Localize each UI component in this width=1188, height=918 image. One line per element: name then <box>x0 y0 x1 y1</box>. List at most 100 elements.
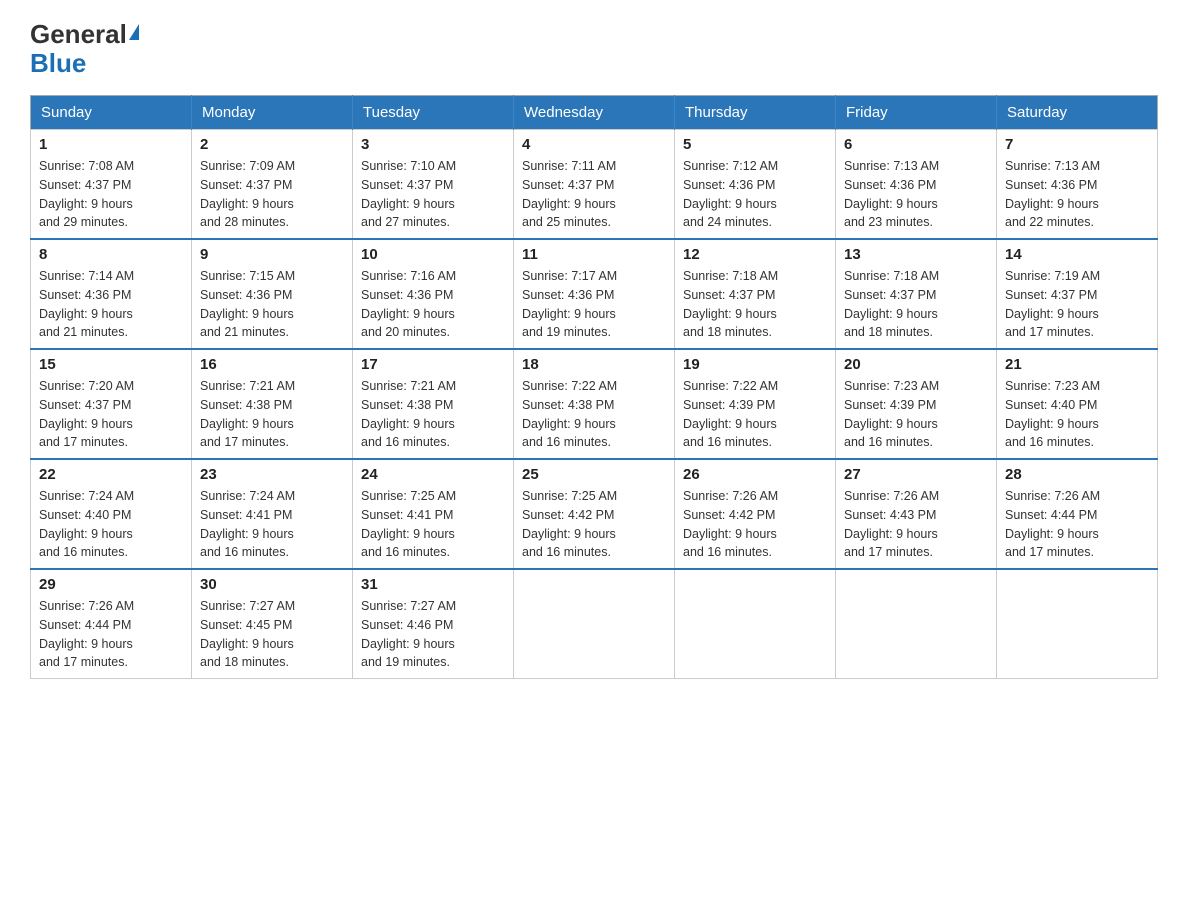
day-number: 22 <box>39 466 183 483</box>
day-number: 15 <box>39 356 183 373</box>
calendar-day-cell: 1 Sunrise: 7:08 AMSunset: 4:37 PMDayligh… <box>31 130 192 240</box>
day-number: 18 <box>522 356 666 373</box>
calendar-day-cell: 7 Sunrise: 7:13 AMSunset: 4:36 PMDayligh… <box>997 130 1158 240</box>
day-info: Sunrise: 7:12 AMSunset: 4:36 PMDaylight:… <box>683 157 827 232</box>
calendar-day-cell: 25 Sunrise: 7:25 AMSunset: 4:42 PMDaylig… <box>514 459 675 569</box>
logo: General Blue <box>30 20 139 77</box>
day-info: Sunrise: 7:23 AMSunset: 4:40 PMDaylight:… <box>1005 377 1149 452</box>
calendar-week-row: 15 Sunrise: 7:20 AMSunset: 4:37 PMDaylig… <box>31 349 1158 459</box>
day-info: Sunrise: 7:26 AMSunset: 4:44 PMDaylight:… <box>1005 487 1149 562</box>
day-number: 13 <box>844 246 988 263</box>
day-number: 1 <box>39 136 183 153</box>
day-number: 26 <box>683 466 827 483</box>
calendar-day-cell: 6 Sunrise: 7:13 AMSunset: 4:36 PMDayligh… <box>836 130 997 240</box>
day-number: 5 <box>683 136 827 153</box>
day-info: Sunrise: 7:22 AMSunset: 4:39 PMDaylight:… <box>683 377 827 452</box>
day-number: 21 <box>1005 356 1149 373</box>
calendar-day-cell: 20 Sunrise: 7:23 AMSunset: 4:39 PMDaylig… <box>836 349 997 459</box>
day-info: Sunrise: 7:08 AMSunset: 4:37 PMDaylight:… <box>39 157 183 232</box>
day-info: Sunrise: 7:26 AMSunset: 4:44 PMDaylight:… <box>39 597 183 672</box>
calendar-day-cell: 26 Sunrise: 7:26 AMSunset: 4:42 PMDaylig… <box>675 459 836 569</box>
calendar-day-cell: 13 Sunrise: 7:18 AMSunset: 4:37 PMDaylig… <box>836 239 997 349</box>
calendar-day-cell <box>675 569 836 679</box>
day-number: 25 <box>522 466 666 483</box>
calendar-header-monday: Monday <box>192 96 353 130</box>
day-number: 9 <box>200 246 344 263</box>
day-number: 20 <box>844 356 988 373</box>
day-info: Sunrise: 7:25 AMSunset: 4:42 PMDaylight:… <box>522 487 666 562</box>
day-info: Sunrise: 7:14 AMSunset: 4:36 PMDaylight:… <box>39 267 183 342</box>
day-info: Sunrise: 7:26 AMSunset: 4:43 PMDaylight:… <box>844 487 988 562</box>
day-info: Sunrise: 7:20 AMSunset: 4:37 PMDaylight:… <box>39 377 183 452</box>
logo-blue: Blue <box>30 48 86 78</box>
day-number: 7 <box>1005 136 1149 153</box>
day-info: Sunrise: 7:23 AMSunset: 4:39 PMDaylight:… <box>844 377 988 452</box>
calendar-header-tuesday: Tuesday <box>353 96 514 130</box>
day-info: Sunrise: 7:24 AMSunset: 4:41 PMDaylight:… <box>200 487 344 562</box>
day-info: Sunrise: 7:10 AMSunset: 4:37 PMDaylight:… <box>361 157 505 232</box>
calendar-day-cell: 5 Sunrise: 7:12 AMSunset: 4:36 PMDayligh… <box>675 130 836 240</box>
day-number: 10 <box>361 246 505 263</box>
day-info: Sunrise: 7:22 AMSunset: 4:38 PMDaylight:… <box>522 377 666 452</box>
calendar-day-cell <box>836 569 997 679</box>
calendar-week-row: 1 Sunrise: 7:08 AMSunset: 4:37 PMDayligh… <box>31 130 1158 240</box>
day-number: 27 <box>844 466 988 483</box>
day-info: Sunrise: 7:27 AMSunset: 4:45 PMDaylight:… <box>200 597 344 672</box>
calendar-header-saturday: Saturday <box>997 96 1158 130</box>
calendar-header-sunday: Sunday <box>31 96 192 130</box>
day-info: Sunrise: 7:21 AMSunset: 4:38 PMDaylight:… <box>361 377 505 452</box>
day-number: 11 <box>522 246 666 263</box>
logo-text: General Blue <box>30 20 139 77</box>
day-info: Sunrise: 7:27 AMSunset: 4:46 PMDaylight:… <box>361 597 505 672</box>
calendar-day-cell <box>997 569 1158 679</box>
day-info: Sunrise: 7:21 AMSunset: 4:38 PMDaylight:… <box>200 377 344 452</box>
calendar-day-cell: 21 Sunrise: 7:23 AMSunset: 4:40 PMDaylig… <box>997 349 1158 459</box>
calendar-day-cell: 19 Sunrise: 7:22 AMSunset: 4:39 PMDaylig… <box>675 349 836 459</box>
calendar-day-cell: 22 Sunrise: 7:24 AMSunset: 4:40 PMDaylig… <box>31 459 192 569</box>
calendar-day-cell: 8 Sunrise: 7:14 AMSunset: 4:36 PMDayligh… <box>31 239 192 349</box>
calendar-header-wednesday: Wednesday <box>514 96 675 130</box>
calendar-day-cell: 15 Sunrise: 7:20 AMSunset: 4:37 PMDaylig… <box>31 349 192 459</box>
day-number: 19 <box>683 356 827 373</box>
day-info: Sunrise: 7:25 AMSunset: 4:41 PMDaylight:… <box>361 487 505 562</box>
calendar-day-cell: 31 Sunrise: 7:27 AMSunset: 4:46 PMDaylig… <box>353 569 514 679</box>
day-number: 2 <box>200 136 344 153</box>
day-info: Sunrise: 7:15 AMSunset: 4:36 PMDaylight:… <box>200 267 344 342</box>
day-number: 6 <box>844 136 988 153</box>
calendar-header-thursday: Thursday <box>675 96 836 130</box>
calendar-day-cell: 29 Sunrise: 7:26 AMSunset: 4:44 PMDaylig… <box>31 569 192 679</box>
day-info: Sunrise: 7:19 AMSunset: 4:37 PMDaylight:… <box>1005 267 1149 342</box>
day-info: Sunrise: 7:18 AMSunset: 4:37 PMDaylight:… <box>683 267 827 342</box>
page-header: General Blue <box>30 20 1158 77</box>
calendar-day-cell: 23 Sunrise: 7:24 AMSunset: 4:41 PMDaylig… <box>192 459 353 569</box>
calendar-day-cell: 2 Sunrise: 7:09 AMSunset: 4:37 PMDayligh… <box>192 130 353 240</box>
calendar-day-cell: 28 Sunrise: 7:26 AMSunset: 4:44 PMDaylig… <box>997 459 1158 569</box>
calendar-day-cell: 16 Sunrise: 7:21 AMSunset: 4:38 PMDaylig… <box>192 349 353 459</box>
calendar-week-row: 8 Sunrise: 7:14 AMSunset: 4:36 PMDayligh… <box>31 239 1158 349</box>
calendar-week-row: 22 Sunrise: 7:24 AMSunset: 4:40 PMDaylig… <box>31 459 1158 569</box>
calendar-day-cell: 18 Sunrise: 7:22 AMSunset: 4:38 PMDaylig… <box>514 349 675 459</box>
calendar-header-row: SundayMondayTuesdayWednesdayThursdayFrid… <box>31 96 1158 130</box>
calendar-day-cell: 27 Sunrise: 7:26 AMSunset: 4:43 PMDaylig… <box>836 459 997 569</box>
calendar-day-cell: 24 Sunrise: 7:25 AMSunset: 4:41 PMDaylig… <box>353 459 514 569</box>
calendar-day-cell: 3 Sunrise: 7:10 AMSunset: 4:37 PMDayligh… <box>353 130 514 240</box>
day-number: 8 <box>39 246 183 263</box>
day-number: 30 <box>200 576 344 593</box>
day-number: 17 <box>361 356 505 373</box>
calendar-week-row: 29 Sunrise: 7:26 AMSunset: 4:44 PMDaylig… <box>31 569 1158 679</box>
day-info: Sunrise: 7:18 AMSunset: 4:37 PMDaylight:… <box>844 267 988 342</box>
day-info: Sunrise: 7:13 AMSunset: 4:36 PMDaylight:… <box>844 157 988 232</box>
day-number: 12 <box>683 246 827 263</box>
calendar-day-cell <box>514 569 675 679</box>
calendar-day-cell: 12 Sunrise: 7:18 AMSunset: 4:37 PMDaylig… <box>675 239 836 349</box>
calendar-table: SundayMondayTuesdayWednesdayThursdayFrid… <box>30 95 1158 679</box>
calendar-day-cell: 17 Sunrise: 7:21 AMSunset: 4:38 PMDaylig… <box>353 349 514 459</box>
day-number: 23 <box>200 466 344 483</box>
day-number: 4 <box>522 136 666 153</box>
calendar-header-friday: Friday <box>836 96 997 130</box>
calendar-day-cell: 10 Sunrise: 7:16 AMSunset: 4:36 PMDaylig… <box>353 239 514 349</box>
day-number: 24 <box>361 466 505 483</box>
logo-triangle-icon <box>129 24 139 40</box>
day-number: 14 <box>1005 246 1149 263</box>
day-number: 29 <box>39 576 183 593</box>
